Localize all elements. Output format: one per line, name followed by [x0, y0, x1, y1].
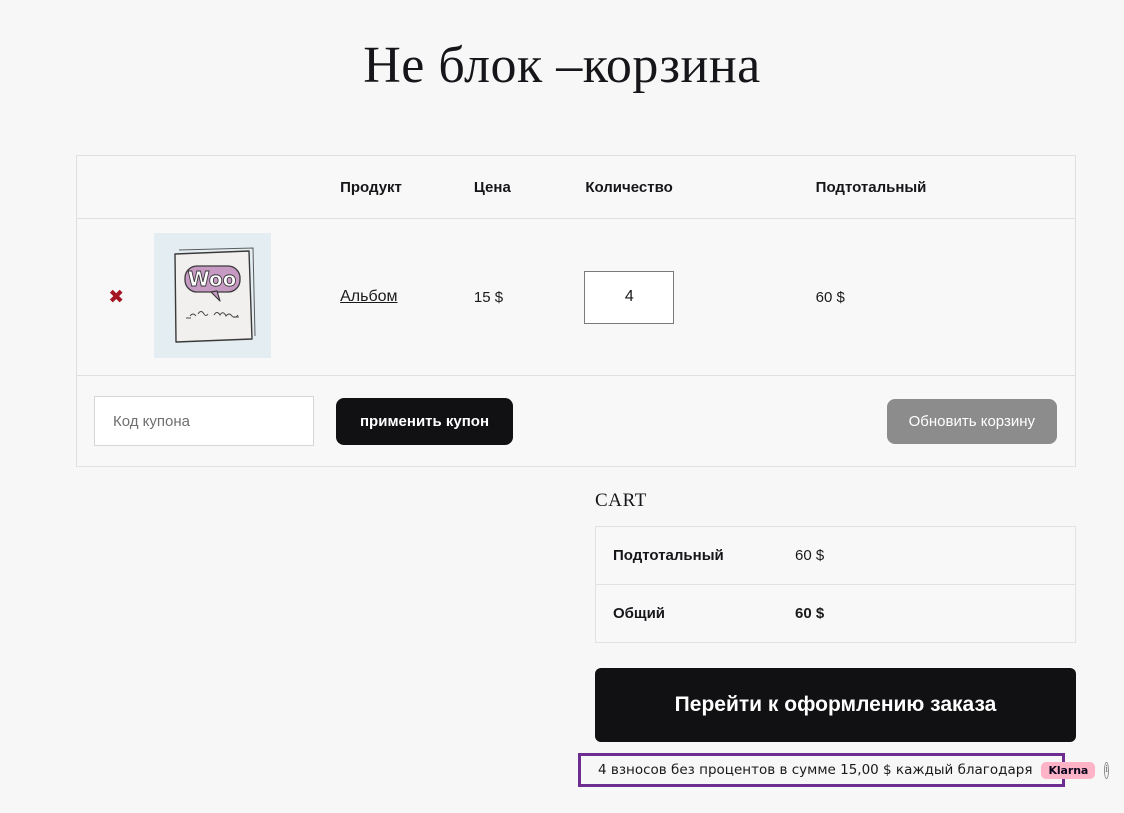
page-title: Не блок –корзина: [363, 37, 761, 94]
klarna-promo-bar[interactable]: 4 взносов без процентов в сумме 15,00 $ …: [578, 753, 1110, 787]
update-cart-button[interactable]: Обновить корзину: [886, 398, 1057, 444]
coupon-actions: применить купон Обновить корзину: [77, 396, 1075, 446]
totals-value-total: 60 $: [795, 605, 825, 622]
cart-totals-heading: CART: [595, 490, 647, 511]
column-header-product: Продукт: [313, 155, 473, 219]
column-header-remove: [76, 155, 156, 219]
product-name-cell: Альбом: [313, 218, 473, 376]
column-header-thumbnail: [155, 155, 314, 219]
product-thumbnail-cell: Woo: [154, 218, 314, 376]
cart-table: Продукт Цена Количество Подтотальный ✖ W…: [76, 155, 1076, 467]
coupon-code-input[interactable]: [94, 396, 314, 446]
table-row: ✖ Woo Альбом 15 $ 4 60 $: [76, 218, 1076, 376]
quantity-input[interactable]: [584, 270, 675, 324]
column-header-subtotal: Подтотальный: [814, 155, 1076, 219]
totals-row-total: Общий 60 $: [596, 585, 1076, 643]
coupon-row: применить купон Обновить корзину: [76, 375, 1076, 467]
product-quantity-cell: [583, 218, 815, 376]
remove-item-icon[interactable]: ✖: [108, 287, 124, 307]
totals-row-subtotal: Подтотальный 60 $: [595, 527, 1076, 585]
cart-totals-table: Подтотальный 60 $ Общий 60 $: [595, 526, 1076, 643]
cart-table-header-row: Продукт Цена Количество Подтотальный: [76, 155, 1076, 219]
cart-table-container: Продукт Цена Количество Подтотальный ✖ W…: [76, 155, 1076, 467]
klarna-message: 4 взносов без процентов в сумме 15,00 $ …: [598, 762, 1033, 778]
info-icon[interactable]: i: [1104, 761, 1110, 779]
svg-text:Woo: Woo: [188, 267, 237, 291]
product-price: 15 $: [472, 218, 584, 376]
column-header-price: Цена: [472, 155, 584, 219]
proceed-to-checkout-button[interactable]: Перейти к оформлению заказа: [595, 668, 1076, 742]
cart-totals-container: CART Подтотальный 60 $ Общий 60 $: [595, 490, 1076, 643]
totals-label-subtotal: Подтотальный: [613, 547, 724, 564]
totals-label-total: Общий: [613, 605, 666, 622]
woo-album-thumbnail-icon[interactable]: Woo: [154, 232, 272, 358]
klarna-logo-badge: Klarna: [1041, 761, 1096, 779]
totals-value-subtotal: 60 $: [795, 547, 825, 564]
remove-item-cell: ✖: [76, 218, 156, 376]
apply-coupon-button[interactable]: применить купон: [336, 397, 514, 445]
product-subtotal: 60 $: [814, 218, 1076, 376]
product-name-link[interactable]: Альбом: [313, 288, 397, 306]
coupon-cell: применить купон Обновить корзину: [76, 375, 1076, 467]
column-header-quantity: Количество: [583, 155, 815, 219]
